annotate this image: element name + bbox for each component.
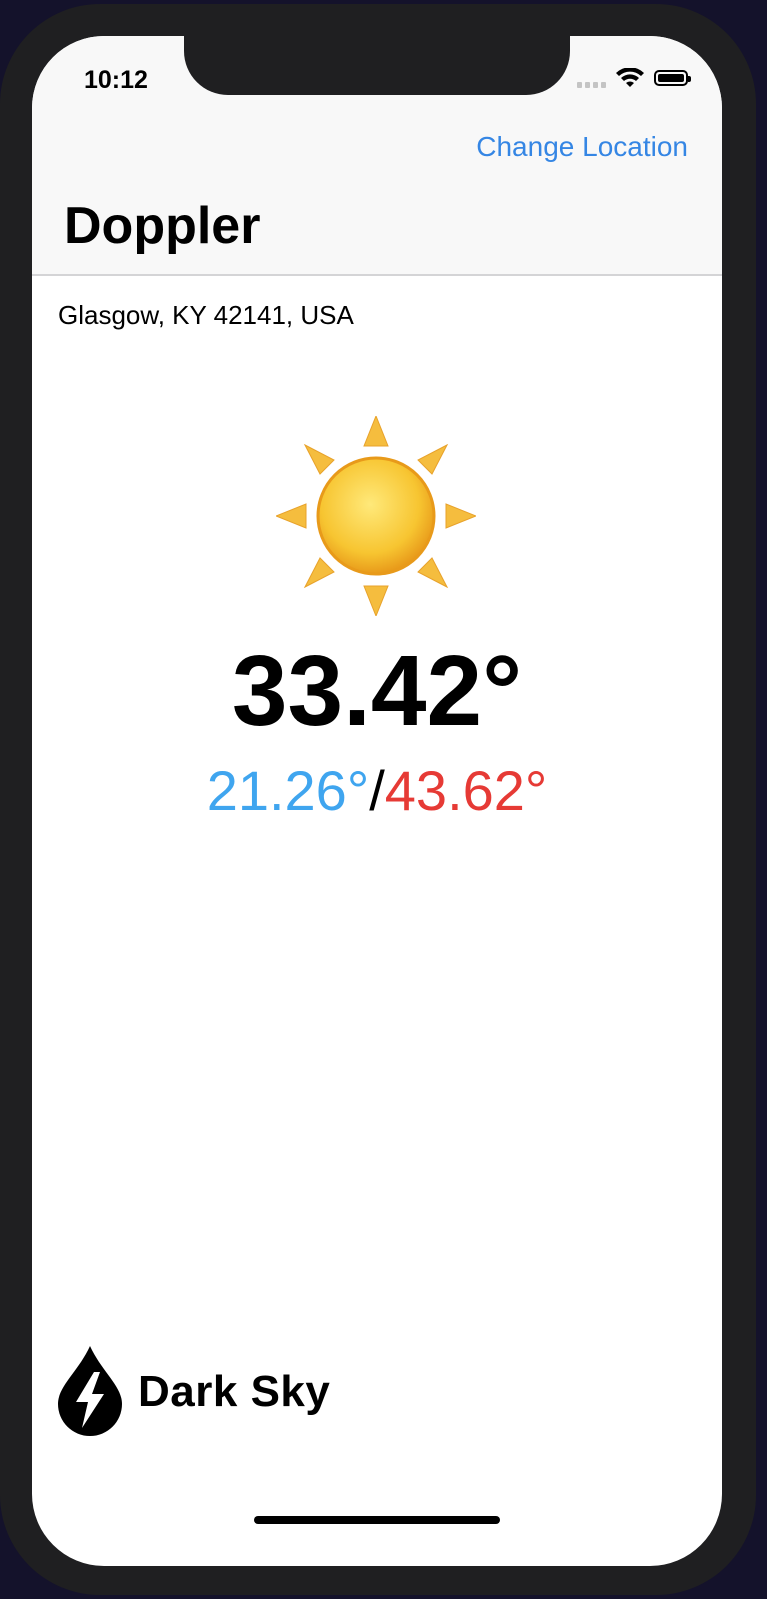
temperature-range: 21.26°/43.62°	[32, 758, 722, 823]
sun-icon	[276, 416, 476, 616]
high-temperature: 43.62°	[384, 759, 548, 822]
range-separator: /	[369, 759, 385, 822]
device-frame: 10:12 Change Location Doppler Glasgow, K…	[0, 4, 756, 1595]
home-indicator[interactable]	[254, 1516, 500, 1524]
device-notch	[184, 36, 570, 95]
status-bar-time: 10:12	[84, 66, 148, 94]
cellular-signal-icon	[577, 68, 606, 88]
dark-sky-logo-icon	[58, 1346, 122, 1436]
dark-sky-attribution[interactable]: Dark Sky	[56, 1346, 330, 1438]
app-screen: 10:12 Change Location Doppler Glasgow, K…	[32, 36, 722, 1566]
dark-sky-label: Dark Sky	[138, 1367, 331, 1416]
low-temperature: 21.26°	[206, 759, 370, 822]
battery-icon	[654, 70, 691, 86]
status-bar-indicators	[577, 68, 691, 88]
navigation-bar: 10:12 Change Location Doppler	[32, 36, 722, 276]
location-label: Glasgow, KY 42141, USA	[58, 300, 354, 330]
current-temperature: 33.42°	[231, 635, 523, 747]
wifi-icon	[616, 68, 644, 87]
change-location-button[interactable]: Change Location	[476, 131, 688, 163]
page-title: Doppler	[64, 197, 261, 255]
